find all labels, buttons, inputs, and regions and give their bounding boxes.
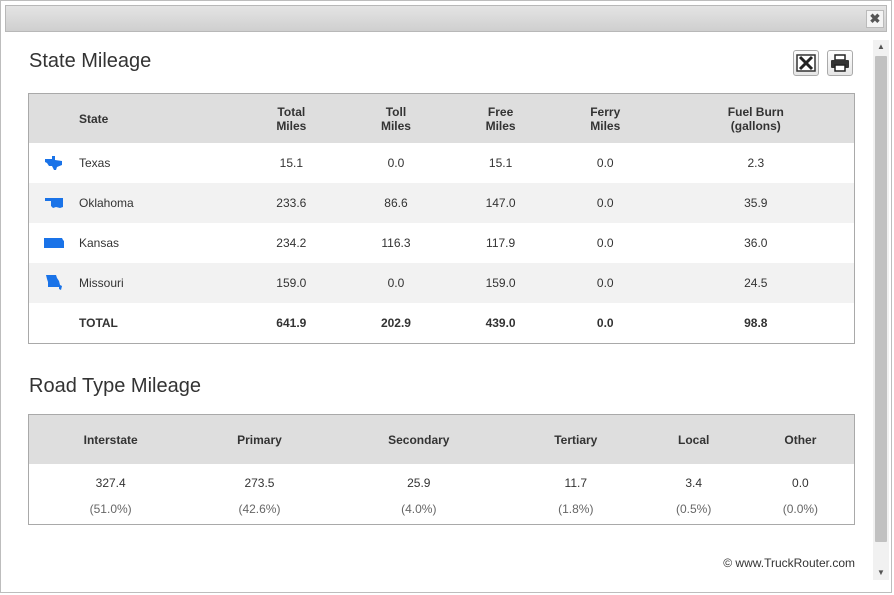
ferry-miles: 0.0 xyxy=(596,316,614,330)
state-column-header: State xyxy=(79,93,239,143)
total-miles: 234.2 xyxy=(276,236,307,250)
primary-percent: (42.6%) xyxy=(238,502,281,516)
ferry-miles: 0.0 xyxy=(596,156,614,170)
local-miles: 3.4 xyxy=(685,476,703,490)
toll-miles: 0.0 xyxy=(343,263,449,303)
free-miles: 147.0 xyxy=(448,183,553,223)
table-row: Oklahoma 233.6 86.6 147.0 0.0 35.9 xyxy=(28,183,855,223)
ferry-miles: 0.0 xyxy=(552,183,658,223)
state-mileage-table: State Total Miles Toll Miles Free Miles Fer… xyxy=(28,93,855,344)
state-name: Kansas xyxy=(79,236,120,250)
free-miles: 159.0 xyxy=(448,263,553,303)
ferry-miles: 0.0 xyxy=(552,263,658,303)
state-mileage-dialog: ✖ State Mileage State Total Miles Toll M… xyxy=(0,0,892,593)
toll-miles: 0.0 xyxy=(387,156,405,170)
road-percents-row: (51.0%) (42.6%) (4.0%) (1.8%) (0.5%) (0.… xyxy=(29,502,855,525)
dialog-content: State Mileage State Total Miles Toll Miles xyxy=(5,40,872,580)
total-miles: 159.0 xyxy=(239,263,344,303)
scroll-down-arrow-icon[interactable]: ▼ xyxy=(873,566,889,580)
toll-miles: 116.3 xyxy=(381,236,411,250)
kansas-shape-icon xyxy=(44,238,64,248)
total-miles: 233.6 xyxy=(239,183,344,223)
secondary-percent: (4.0%) xyxy=(401,502,437,516)
other-miles: 0.0 xyxy=(792,476,809,490)
fuel-burn-header: Fuel Burn (gallons) xyxy=(657,93,855,143)
state-name: Texas xyxy=(79,156,111,170)
table-row: Kansas 234.2 116.3 117.9 0.0 36.0 xyxy=(29,223,855,263)
vertical-scrollbar[interactable]: ▲ ▼ xyxy=(873,40,889,580)
free-miles-header: Free Miles xyxy=(448,93,553,143)
total-label: TOTAL xyxy=(79,316,118,330)
interstate-header: Interstate xyxy=(28,414,193,464)
fuel-burn: 36.0 xyxy=(744,236,768,250)
primary-miles: 273.5 xyxy=(244,476,275,490)
ferry-miles-header: Ferry Miles xyxy=(552,93,658,143)
local-percent: (0.5%) xyxy=(676,502,712,516)
total-miles: 641.9 xyxy=(276,316,307,330)
total-row: TOTAL 641.9 202.9 439.0 0.0 98.8 xyxy=(29,303,855,344)
state-mileage-title: State Mileage xyxy=(29,50,152,72)
state-name: Oklahoma xyxy=(79,183,239,223)
road-type-mileage-title: Road Type Mileage xyxy=(29,375,201,397)
missouri-shape-icon xyxy=(46,275,62,290)
other-header: Other xyxy=(746,414,855,464)
scrollbar-thumb[interactable] xyxy=(875,56,887,542)
road-type-table: Interstate Primary Secondary Tertiary Lo… xyxy=(28,414,855,525)
fuel-burn: 35.9 xyxy=(657,183,855,223)
table-row: Texas 15.1 0.0 15.1 0.0 2.3 xyxy=(29,143,855,183)
fuel-burn: 98.8 xyxy=(744,316,768,330)
toll-miles: 86.6 xyxy=(343,183,449,223)
other-percent: (0.0%) xyxy=(782,502,819,516)
fuel-burn: 24.5 xyxy=(657,263,855,303)
fuel-burn: 2.3 xyxy=(747,156,765,170)
excel-icon xyxy=(796,54,816,72)
free-miles: 117.9 xyxy=(486,236,516,250)
printer-icon xyxy=(831,54,849,72)
secondary-header: Secondary xyxy=(326,414,511,464)
free-miles: 15.1 xyxy=(488,156,513,170)
road-values-row: 327.4 273.5 25.9 11.7 3.4 0.0 xyxy=(29,464,855,502)
dialog-titlebar[interactable]: ✖ xyxy=(5,5,887,32)
close-button[interactable]: ✖ xyxy=(866,10,884,28)
road-table-header: Interstate Primary Secondary Tertiary Lo… xyxy=(28,414,855,464)
table-row: Missouri 159.0 0.0 159.0 0.0 24.5 xyxy=(28,263,855,303)
state-table-header: State Total Miles Toll Miles Free Miles Fer… xyxy=(28,93,855,143)
interstate-percent: (51.0%) xyxy=(89,502,132,516)
copyright-footer: © www.TruckRouter.com xyxy=(723,556,855,570)
tertiary-header: Tertiary xyxy=(510,414,641,464)
toll-miles: 202.9 xyxy=(380,316,411,330)
local-header: Local xyxy=(640,414,747,464)
total-miles: 15.1 xyxy=(279,156,303,170)
interstate-miles: 327.4 xyxy=(95,476,126,490)
texas-shape-icon xyxy=(45,156,62,170)
tertiary-miles: 11.7 xyxy=(564,476,587,490)
secondary-miles: 25.9 xyxy=(407,476,431,490)
oklahoma-shape-icon xyxy=(45,198,63,208)
free-miles: 439.0 xyxy=(485,316,516,330)
ferry-miles: 0.0 xyxy=(596,236,614,250)
state-name: Missouri xyxy=(79,263,239,303)
print-button[interactable] xyxy=(827,50,853,76)
scroll-up-arrow-icon[interactable]: ▲ xyxy=(873,40,889,54)
primary-header: Primary xyxy=(192,414,327,464)
tertiary-percent: (1.8%) xyxy=(558,502,594,516)
toll-miles-header: Toll Miles xyxy=(343,93,449,143)
total-miles-header: Total Miles xyxy=(239,93,344,143)
export-excel-button[interactable] xyxy=(793,50,819,76)
icon-column-header xyxy=(28,93,79,143)
